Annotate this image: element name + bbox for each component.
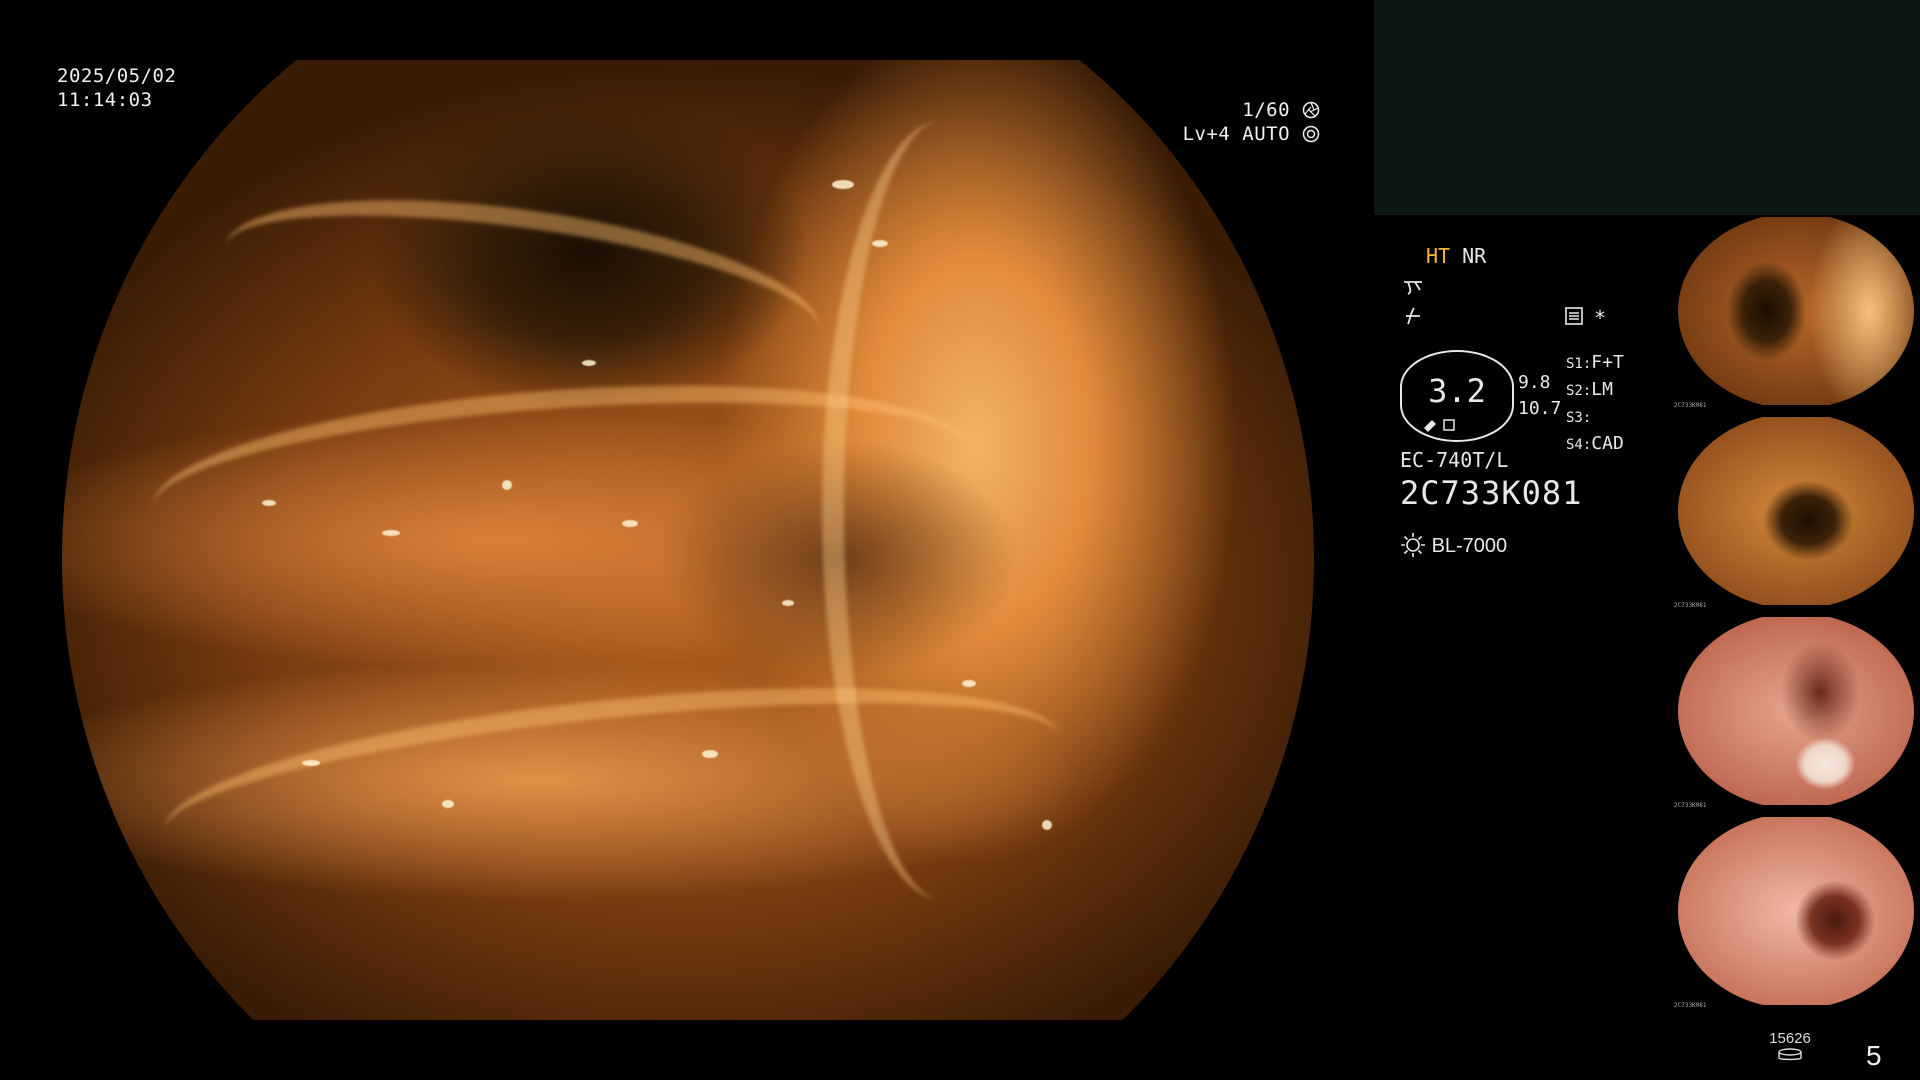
zoom-value: 3.2: [1428, 372, 1486, 410]
zoom-badge: 3.2: [1400, 350, 1514, 442]
settings-list: S1:F+T S2:LM S3: S4:CAD: [1566, 350, 1624, 458]
level-label: Lv+4 AUTO: [1182, 123, 1291, 145]
mucosal-fold: [822, 120, 1064, 900]
scope-serial: 2C733K081: [1400, 474, 1583, 512]
memory-icon: [1565, 307, 1583, 325]
date-label: 2025/05/02: [57, 65, 177, 87]
mucosal-fold: [213, 169, 831, 409]
specular-highlight: [962, 680, 976, 687]
specular-highlight: [782, 600, 794, 606]
page-number: 5: [1866, 1040, 1882, 1071]
main-endoscopic-view: [62, 60, 1314, 1020]
light-source-row: BL-7000: [1400, 532, 1507, 558]
ht-mode-label: HT: [1426, 244, 1451, 268]
zoom-value-a: 9.8: [1518, 372, 1551, 393]
captured-image-thumbnail[interactable]: 2C733K081: [1672, 815, 1920, 1011]
thumbnail-image: [1678, 817, 1914, 1005]
thumbnail-caption: 2C733K081: [1674, 802, 1707, 809]
specular-highlight: [382, 530, 400, 536]
endoscopy-screen: 2025/05/02 11:14:03 1/60 Lv+4 AUTO HT NR: [0, 0, 1920, 1080]
captured-image-thumbnail[interactable]: 2C733K081: [1672, 415, 1920, 611]
thumbnail-caption: 2C733K081: [1674, 402, 1707, 409]
specular-highlight: [302, 760, 320, 766]
specular-highlight: [582, 360, 596, 366]
setting-s3: S3:: [1566, 410, 1592, 426]
scope-model: EC-740T/L: [1400, 448, 1509, 472]
asterisk-mark: *: [1594, 306, 1607, 330]
specular-highlight: [622, 520, 638, 527]
lamp-icon: [1401, 533, 1425, 557]
storage-icon: [1778, 1048, 1802, 1061]
specular-highlight: [702, 750, 718, 758]
zoom-indicator-icon: [1424, 419, 1455, 432]
date-time-block: 2025/05/02 11:14:03: [57, 64, 176, 112]
scope-info-panel: HT NR * 3.2 9.8 10.7 S1:F+T S2:LM S3: S4…: [1400, 240, 1680, 570]
status-panel: [1374, 0, 1920, 215]
capture-count: 15626: [1769, 1030, 1811, 1047]
thumbnail-image: [1678, 417, 1914, 605]
thumbnail-image: [1678, 617, 1914, 805]
zoom-value-b: 10.7: [1518, 398, 1562, 419]
setting-s1: S1:F+T: [1566, 352, 1624, 373]
setting-s2: S2:LM: [1566, 379, 1613, 400]
auto-iris-icon: [1302, 125, 1320, 143]
thumbnail-caption: 2C733K081: [1674, 1002, 1707, 1009]
thumbnail-image: [1678, 217, 1914, 405]
specular-highlight: [262, 500, 276, 506]
setting-s4: S4:CAD: [1566, 433, 1624, 454]
nr-mode-label: NR: [1462, 244, 1487, 268]
time-label: 11:14:03: [57, 89, 153, 111]
aperture-icon: [1302, 101, 1320, 119]
shutter-label: 1/60: [1242, 99, 1291, 121]
specular-highlight: [872, 240, 888, 247]
captured-image-thumbnail[interactable]: 2C733K081: [1672, 215, 1920, 411]
structure-enhance-icon: [1404, 281, 1422, 295]
specular-highlight: [1042, 820, 1052, 830]
thumbnail-caption: 2C733K081: [1674, 602, 1707, 609]
specular-highlight: [442, 800, 454, 808]
color-enhance-icon: [1406, 307, 1420, 325]
light-source-label: BL-7000: [1431, 535, 1508, 557]
exposure-block: 1/60 Lv+4 AUTO: [1183, 98, 1320, 146]
specular-highlight: [832, 180, 854, 189]
captured-image-thumbnail[interactable]: 2C733K081: [1672, 615, 1920, 811]
capture-counter: 15626: [1760, 1030, 1820, 1066]
specular-highlight: [502, 480, 512, 490]
